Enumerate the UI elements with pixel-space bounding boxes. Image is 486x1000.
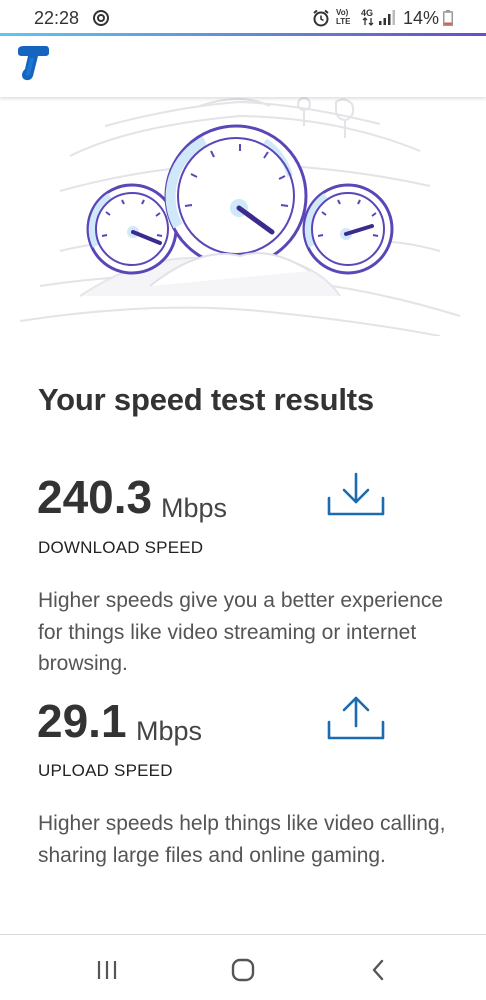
volte-indicator: Vo) LTE [336, 8, 351, 26]
battery-percent: 14% [403, 8, 440, 28]
upload-speed-label: UPLOAD SPEED [38, 761, 173, 780]
app-header [0, 36, 486, 97]
telstra-logo-icon[interactable] [16, 44, 50, 82]
speedometer-illustration [19, 97, 461, 336]
alarm-icon [313, 9, 329, 27]
recents-icon[interactable] [93, 955, 123, 985]
upload-speed-unit: Mbps [136, 716, 203, 746]
upload-icon [327, 696, 385, 740]
download-speed-label: DOWNLOAD SPEED [38, 538, 204, 557]
status-time: 22:28 [34, 8, 80, 28]
upload-speed-description: Higher speeds help things like video cal… [38, 812, 446, 867]
battery-icon [443, 10, 453, 26]
download-speed-unit: Mbps [161, 493, 228, 523]
status-bar: 22:28 Vo) LTE 4G 14% [0, 0, 486, 34]
upload-speed-value: 29.1 [37, 695, 127, 747]
data-arrows-icon [362, 17, 374, 26]
system-nav-bar [0, 934, 486, 1000]
signal-icon [379, 10, 395, 25]
back-icon[interactable] [364, 955, 394, 985]
download-speed-value: 240.3 [37, 471, 153, 523]
sync-icon [93, 10, 109, 26]
home-icon[interactable] [228, 955, 258, 985]
download-speed-description: Higher speeds give you a better experien… [38, 589, 444, 675]
download-icon [327, 472, 385, 516]
results-heading: Your speed test results [38, 382, 374, 417]
